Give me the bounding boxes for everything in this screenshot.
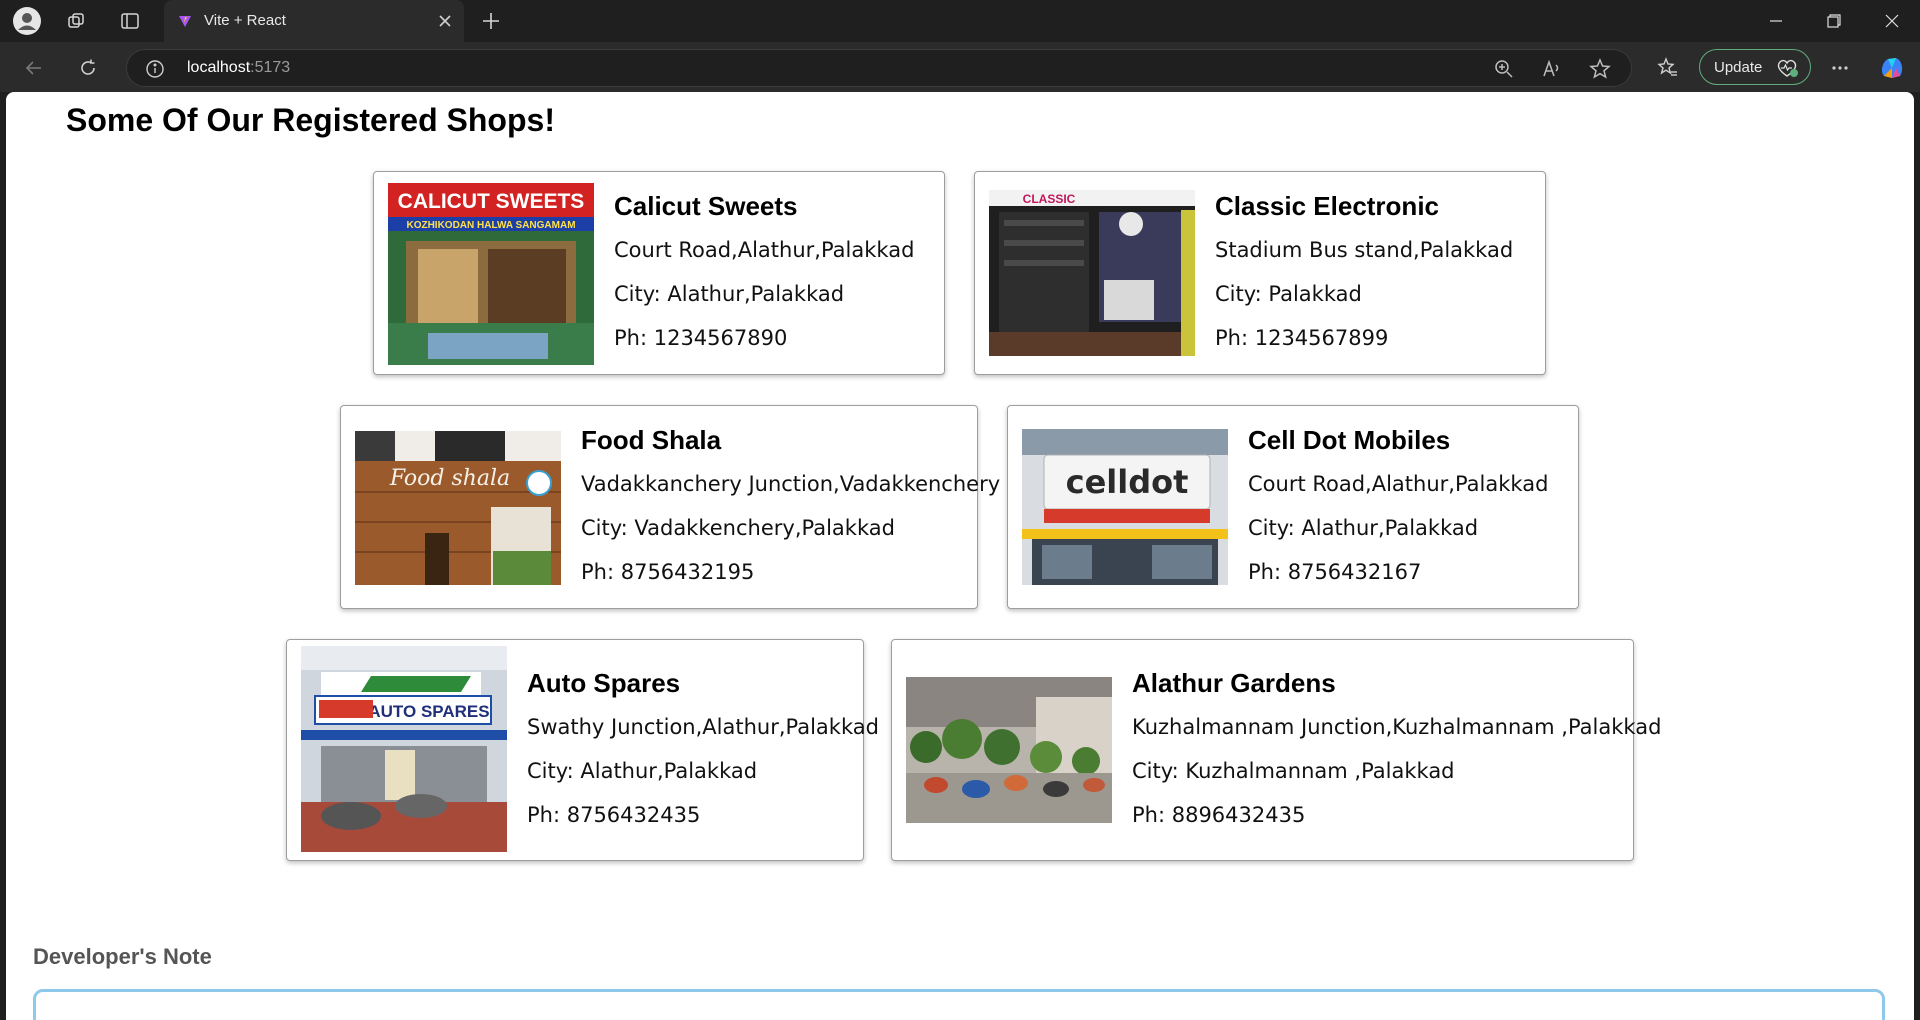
shop-card[interactable]: Alathur Gardens Kuzhalmannam Junction,Ku… [891,639,1661,861]
shop-phone: Ph: 1234567890 [614,326,788,350]
profile-avatar-icon[interactable] [12,6,42,36]
shop-name: Alathur Gardens [1132,668,1336,698]
shop-sign-text: CLASSIC [1023,192,1076,206]
shop-photo [906,677,1112,823]
shop-phone: Ph: 1234567899 [1215,326,1389,350]
refresh-icon[interactable] [72,52,104,84]
shop-address: Stadium Bus stand,Palakkad [1215,238,1514,262]
favorites-icon[interactable] [1652,52,1684,84]
copilot-icon[interactable] [1876,52,1908,84]
url-port: :5173 [250,59,291,76]
developer-note-box [33,989,1885,1020]
url-text: localhost:5173 [187,59,290,77]
developer-note-heading: Developer's Note [33,944,212,969]
shop-address: Court Road,Alathur,Palakkad [614,238,915,262]
browser-title-bar: Vite + React [0,0,1920,42]
site-info-icon[interactable] [145,59,165,79]
url-host: localhost [187,59,251,76]
shop-name: Food Shala [581,425,722,455]
shop-name: Classic Electronic [1215,191,1439,221]
address-bar[interactable]: localhost:5173 [126,49,1632,87]
shop-city: City: Alathur,Palakkad [614,282,845,306]
shop-city: City: Vadakkenchery,Palakkad [581,516,895,540]
more-options-icon[interactable] [1824,52,1856,84]
browser-toolbar: localhost:5173 Update [0,42,1920,92]
shop-phone: Ph: 8756432195 [581,560,755,584]
page-viewport: Some Of Our Registered Shops! CALICUT SW… [6,92,1914,1020]
shop-card[interactable]: Food shala Food Shala Vadakkanchery Junc… [340,405,1000,609]
shop-city: City: Kuzhalmannam ,Palakkad [1132,759,1455,783]
shop-info: Alathur Gardens Kuzhalmannam Junction,Ku… [1132,668,1661,830]
shop-card[interactable]: CALICUT SWEETS KOZHIKODAN HALWA SANGAMAM… [373,171,945,375]
shop-photo: CLASSIC [989,190,1195,356]
shop-name: Auto Spares [527,668,681,698]
favorite-star-icon[interactable] [1589,58,1611,80]
shop-sign-text: CALICUT SWEETS [398,190,585,213]
shop-photo: AUTO SPARES [301,646,507,852]
shop-address: Swathy Junction,Alathur,Palakkad [527,715,879,739]
shop-phone: Ph: 8896432435 [1132,803,1306,827]
shop-info: Food Shala Vadakkanchery Junction,Vadakk… [581,425,1000,587]
read-aloud-icon[interactable] [1541,58,1563,80]
active-tab[interactable]: Vite + React [164,0,464,42]
shop-photo: Food shala [355,431,561,585]
shop-address: Vadakkanchery Junction,Vadakkenchery [581,472,1001,496]
shop-name: Calicut Sweets [614,191,798,221]
back-arrow-icon[interactable] [18,52,50,84]
shop-card[interactable]: CLASSIC Classic Electronic Stadium Bus s… [974,171,1546,375]
vite-favicon-icon [179,16,191,27]
minimize-icon[interactable] [1748,0,1804,42]
shop-info: Cell Dot Mobiles Court Road,Alathur,Pala… [1248,425,1548,587]
restore-icon[interactable] [1806,0,1862,42]
health-heart-icon [1777,59,1798,77]
shop-sign-text: Food shala [389,466,510,491]
workspaces-icon[interactable] [62,6,92,36]
new-tab-icon[interactable] [478,8,504,34]
shop-sign-text: AUTO SPARES [368,702,489,721]
shop-sign-text: celldot [1066,463,1189,501]
shop-city: City: Alathur,Palakkad [527,759,758,783]
shop-info: Calicut Sweets Court Road,Alathur,Palakk… [614,191,914,353]
shop-photo: celldot [1022,429,1228,585]
close-window-icon[interactable] [1864,0,1920,42]
zoom-icon[interactable] [1493,58,1515,80]
shop-info: Classic Electronic Stadium Bus stand,Pal… [1215,191,1513,353]
shop-phone: Ph: 8756432435 [527,803,701,827]
update-button[interactable]: Update [1699,49,1811,85]
close-tab-icon[interactable] [436,12,454,30]
shop-address: Kuzhalmannam Junction,Kuzhalmannam ,Pala… [1132,715,1662,739]
shop-info: Auto Spares Swathy Junction,Alathur,Pala… [527,668,879,830]
shop-card[interactable]: AUTO SPARES Auto Spares Swathy Junction,… [286,639,879,861]
shop-card[interactable]: celldot Cell Dot Mobiles Court Road,Alat… [1007,405,1579,609]
shop-photo: CALICUT SWEETS KOZHIKODAN HALWA SANGAMAM [388,183,594,365]
vertical-tabs-icon[interactable] [115,6,145,36]
shop-sign-subtext: KOZHIKODAN HALWA SANGAMAM [406,220,575,231]
shop-name: Cell Dot Mobiles [1248,425,1451,455]
shop-phone: Ph: 8756432167 [1248,560,1422,584]
page-title: Some Of Our Registered Shops! [66,102,555,138]
shop-city: City: Alathur,Palakkad [1248,516,1479,540]
update-label: Update [1714,59,1763,76]
shop-city: City: Palakkad [1215,282,1362,306]
shop-address: Court Road,Alathur,Palakkad [1248,472,1549,496]
tab-title: Vite + React [204,12,286,29]
